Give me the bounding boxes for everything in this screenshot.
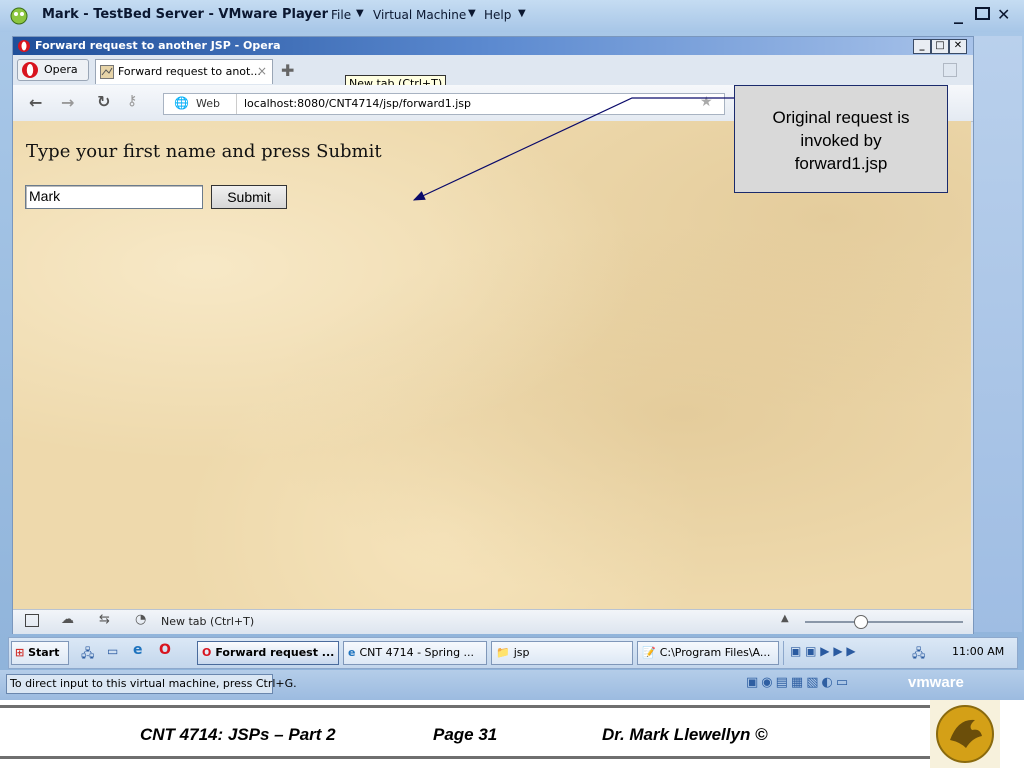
menu-help[interactable]: Help — [484, 8, 511, 22]
opera-logo-icon: O — [202, 646, 212, 659]
device-icons[interactable]: ▣◉▤▦▧◐▭ — [746, 675, 851, 690]
menu-virtual-machine[interactable]: Virtual Machine — [373, 8, 466, 22]
chevron-down-icon: ▼ — [468, 8, 476, 19]
footer-rule-bottom — [0, 756, 930, 759]
vmware-statusbar: To direct input to this virtual machine,… — [0, 670, 1024, 700]
star-icon[interactable]: ★ — [700, 94, 713, 110]
trash-icon[interactable] — [943, 63, 957, 77]
callout-text: Original request is invoked by forward1.… — [735, 106, 947, 175]
opera-window-title: Forward request to another JSP - Opera — [35, 39, 281, 52]
clock[interactable]: 11:00 AM — [952, 645, 1004, 658]
close-icon[interactable]: × — [257, 64, 267, 78]
page-content: Type your first name and press Submit Ma… — [13, 121, 971, 609]
vmware-logo: vmware — [908, 674, 964, 691]
tab-label: Forward request to anot... — [118, 65, 261, 78]
task-forward-request[interactable]: O Forward request ... — [197, 641, 339, 665]
internet-explorer-icon[interactable]: e — [133, 642, 143, 658]
status-bar: ☁ ⇆ ◔ New tab (Ctrl+T) ▲ — [13, 609, 973, 634]
task-cnt4714[interactable]: e CNT 4714 - Spring ... — [343, 641, 487, 665]
tab-bar: Opera Forward request to anot... × ✚ New… — [13, 55, 973, 92]
footer-author: Dr. Mark Llewellyn © — [602, 725, 768, 744]
callout-line-2: invoked by — [800, 131, 882, 150]
minimize-button[interactable]: _ — [913, 39, 931, 54]
chevron-down-icon: ▼ — [356, 8, 364, 19]
zoom-slider-handle[interactable] — [854, 615, 868, 629]
task-label: jsp — [513, 646, 530, 659]
vmware-titlebar: Mark - TestBed Server - VMware Player Fi… — [0, 0, 1024, 32]
folder-icon: 📁 — [496, 646, 510, 659]
vm-input-hint: To direct input to this virtual machine,… — [6, 674, 297, 694]
footer-course: CNT 4714: JSPs – Part 2 — [140, 725, 336, 744]
divider — [236, 94, 237, 114]
submit-button[interactable]: Submit — [211, 185, 287, 209]
address-badge: Web — [196, 97, 220, 110]
start-button[interactable]: ⊞ Start — [11, 641, 69, 665]
callout-line-3: forward1.jsp — [794, 154, 888, 173]
task-label: CNT 4714 - Spring ... — [359, 646, 475, 659]
taskbar: ⊞ Start 🖧 ▭ e O O Forward request ... e CN… — [8, 637, 1018, 669]
task-jsp[interactable]: 📁 jsp — [491, 641, 633, 665]
zoom-up-icon[interactable]: ▲ — [781, 613, 789, 624]
task-label: Forward request ... — [215, 646, 335, 659]
callout-line-1: Original request is — [772, 108, 910, 127]
opera-logo-icon — [22, 62, 38, 78]
menu-file[interactable]: File — [331, 8, 351, 22]
notepad-icon: 📝 — [642, 646, 656, 659]
opera-logo-icon — [18, 40, 30, 52]
vmware-title: Mark - TestBed Server - VMware Player — [42, 7, 329, 22]
key-icon[interactable]: ⚷ — [127, 93, 137, 109]
footer-page: Page 31 — [433, 725, 498, 744]
zoom-slider-track[interactable] — [805, 621, 963, 623]
speed-dial-icon[interactable]: ◔ — [135, 612, 146, 627]
cloud-icon[interactable]: ☁ — [61, 612, 74, 627]
share-icon[interactable]: ⇆ — [99, 612, 110, 627]
page-thumbnail-icon — [100, 65, 114, 79]
start-label: Start — [28, 646, 60, 659]
network-tray-icon[interactable]: 🖧 — [912, 644, 925, 665]
new-tab-icon[interactable]: ✚ — [281, 61, 294, 80]
task-program-files[interactable]: 📝 C:\Program Files\A... — [637, 641, 779, 665]
reload-icon[interactable]: ↻ — [97, 92, 110, 111]
vmware-app-icon — [10, 7, 28, 25]
first-name-value: Mark — [29, 188, 61, 204]
vm-side-strip — [974, 36, 1022, 632]
callout-box: Original request is invoked by forward1.… — [734, 85, 948, 193]
quicklaunch-network-icon[interactable]: 🖧 — [81, 644, 94, 665]
close-icon[interactable]: ✕ — [997, 5, 1010, 24]
chevron-down-icon: ▼ — [518, 8, 526, 19]
panel-toggle-icon[interactable] — [25, 614, 39, 627]
globe-icon: 🌐 — [174, 96, 189, 110]
url-text: localhost:8080/CNT4714/jsp/forward1.jsp — [244, 97, 472, 110]
address-bar[interactable]: 🌐 Web localhost:8080/CNT4714/jsp/forward… — [163, 93, 725, 115]
opera-quicklaunch-icon[interactable]: O — [159, 642, 171, 658]
task-label: C:\Program Files\A... — [659, 646, 771, 659]
back-icon[interactable]: ← — [29, 93, 42, 112]
show-desktop-icon[interactable]: ▭ — [107, 644, 118, 658]
opera-menu-button[interactable]: Opera — [17, 59, 89, 81]
opera-menu-label: Opera — [44, 63, 78, 76]
ucf-pegasus-logo — [930, 700, 1000, 768]
tab-forward-request[interactable]: Forward request to anot... × — [95, 59, 273, 84]
footer-rule-top — [0, 705, 930, 708]
forward-icon[interactable]: → — [61, 93, 74, 112]
tray-icons[interactable]: ▣ ▣ ▶ ▶ ▶ — [790, 644, 856, 658]
maximize-icon[interactable] — [975, 7, 990, 20]
internet-explorer-icon: e — [348, 646, 356, 659]
maximize-button[interactable]: □ — [931, 39, 949, 54]
close-button[interactable]: ✕ — [949, 39, 967, 54]
minimize-icon[interactable]: _ — [954, 4, 963, 25]
system-tray: ▣ ▣ ▶ ▶ ▶ 🖧 11:00 AM — [783, 641, 1010, 665]
windows-logo-icon: ⊞ — [15, 646, 25, 659]
statusbar-text: New tab (Ctrl+T) — [161, 615, 255, 628]
page-prompt: Type your first name and press Submit — [26, 141, 382, 162]
opera-titlebar: Forward request to another JSP - Opera _… — [13, 37, 973, 55]
first-name-input[interactable]: Mark — [25, 185, 203, 209]
